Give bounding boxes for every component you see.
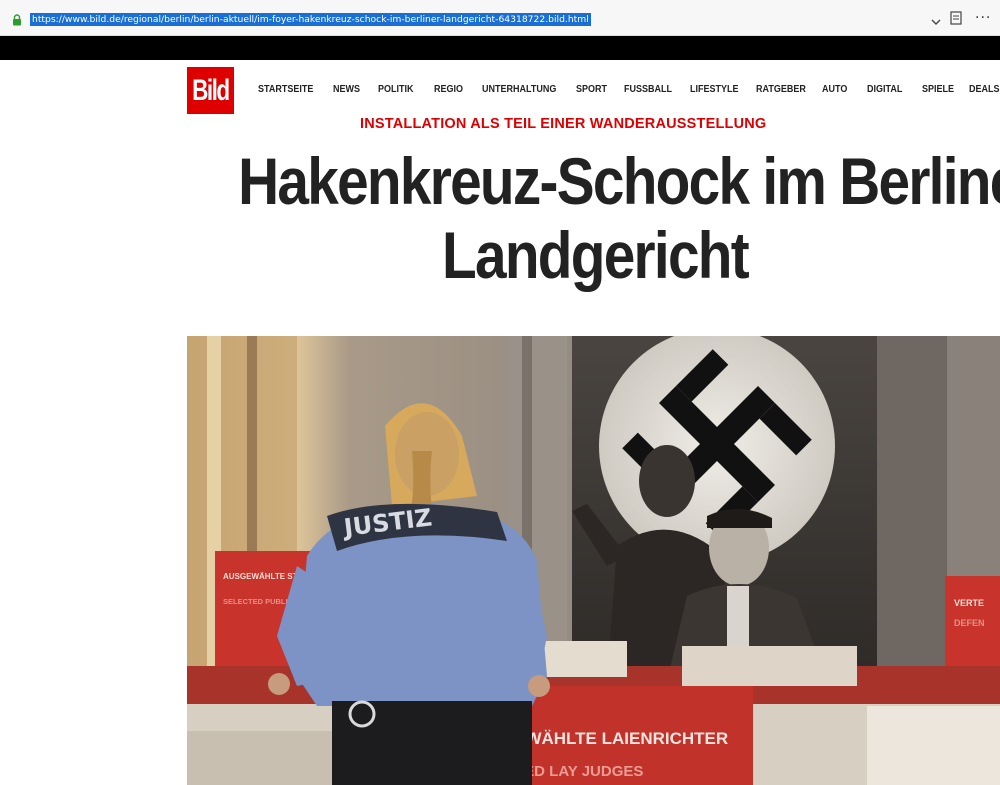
nav-item-spiele[interactable]: SPIELE bbox=[922, 84, 954, 95]
nav-item-news[interactable]: NEWS bbox=[333, 84, 360, 95]
chevron-down-icon[interactable] bbox=[930, 14, 942, 25]
more-menu-icon[interactable]: ··· bbox=[975, 11, 991, 25]
nav-item-deals[interactable]: DEALS bbox=[969, 84, 1000, 95]
logo-text: Bild bbox=[192, 73, 230, 107]
nav-item-lifestyle[interactable]: LIFESTYLE bbox=[690, 84, 739, 95]
headline-line-2: Landgericht bbox=[442, 218, 750, 292]
bild-logo[interactable]: Bild bbox=[187, 67, 234, 114]
top-black-bar bbox=[0, 36, 1000, 60]
url-field[interactable]: https://www.bild.de/regional/berlin/berl… bbox=[30, 13, 591, 26]
nav-item-startseite[interactable]: STARTSEITE bbox=[258, 84, 313, 95]
browser-address-bar: https://www.bild.de/regional/berlin/berl… bbox=[0, 0, 1000, 36]
sign-right-text-en: DEFEN bbox=[954, 618, 985, 628]
nav-item-politik[interactable]: POLITIK bbox=[378, 84, 414, 95]
headline-line-1: Hakenkreuz-Schock im Berliner bbox=[238, 144, 1000, 218]
reader-view-icon[interactable] bbox=[950, 11, 962, 25]
nav-item-digital[interactable]: DIGITAL bbox=[867, 84, 902, 95]
sign-right-text-de: VERTE bbox=[954, 598, 984, 608]
nav-item-sport[interactable]: SPORT bbox=[576, 84, 607, 95]
article-photo[interactable]: AUSGEWÄHLTE STAATSANWÄLTE SELECTED PUBLI… bbox=[187, 336, 1000, 785]
lock-icon bbox=[12, 14, 22, 26]
nav-item-ratgeber[interactable]: RATGEBER bbox=[756, 84, 806, 95]
article-headline: Hakenkreuz-Schock im Berliner Landgerich… bbox=[180, 144, 1000, 292]
article-kicker: INSTALLATION ALS TEIL EINER WANDERAUSSTE… bbox=[360, 116, 767, 132]
nav-item-fussball[interactable]: FUSSBALL bbox=[624, 84, 672, 95]
nav-item-unterhaltung[interactable]: UNTERHALTUNG bbox=[482, 84, 556, 95]
nav-item-regio[interactable]: REGIO bbox=[434, 84, 463, 95]
nav-item-auto[interactable]: AUTO bbox=[822, 84, 847, 95]
